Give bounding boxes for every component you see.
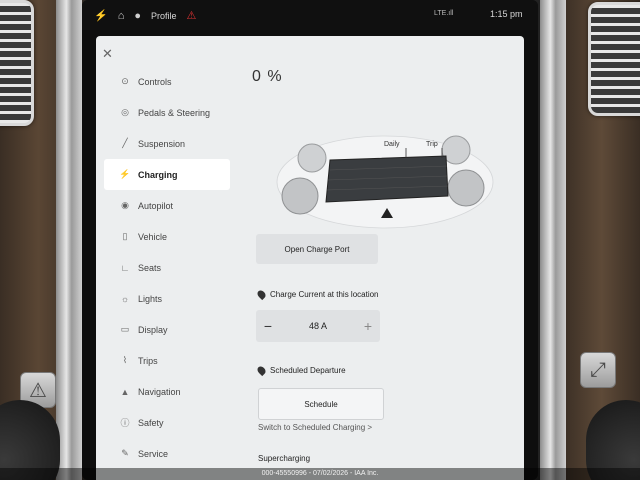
menu-item-label: Vehicle xyxy=(138,231,168,242)
scheduled-departure-label: Scheduled Departure xyxy=(270,366,346,375)
menu-item-label: Lights xyxy=(138,293,163,304)
scheduled-departure-title: Scheduled Departure xyxy=(255,364,346,377)
menu-item-label: Controls xyxy=(138,76,172,87)
car-battery-graphic: Daily Trip xyxy=(276,135,494,229)
clock: 1:15 pm xyxy=(490,9,523,19)
menu-item-suspension[interactable]: ╱ Suspension xyxy=(104,128,230,159)
touchscreen: ⚡ ⌂ ● Profile ⚠ LTE.ıll 1:15 pm ✕ ⊙ Cont… xyxy=(82,0,538,480)
menu-item-lights[interactable]: ☼ Lights xyxy=(104,283,230,314)
charge-current-label: Charge Current at this location xyxy=(270,290,379,299)
wheel-rear-right xyxy=(447,169,485,207)
menu-item-label: Trips xyxy=(138,355,158,366)
menu-item-service[interactable]: ✎ Service xyxy=(104,438,230,469)
menu-item-label: Display xyxy=(138,324,168,335)
menu-item-label: Autopilot xyxy=(138,200,174,211)
trip-label: Trip xyxy=(426,141,438,148)
decrease-current-button[interactable]: − xyxy=(256,318,280,334)
autopilot-icon: ◉ xyxy=(121,200,129,210)
current-value: 48 A xyxy=(308,321,328,331)
schedule-button[interactable]: Schedule xyxy=(258,388,384,420)
cell-signal: LTE.ıll xyxy=(434,10,454,17)
menu-item-label: Service xyxy=(138,448,169,459)
safety-icon: ⓘ xyxy=(120,418,130,428)
display-icon: ▭ xyxy=(120,324,130,334)
switch-to-scheduled-charging-link[interactable]: Switch to Scheduled Charging > xyxy=(258,423,372,432)
status-bar: ⚡ ⌂ ● Profile ⚠ LTE.ıll 1:15 pm xyxy=(82,0,538,30)
person-icon[interactable]: ● xyxy=(134,10,141,22)
wheel-front-left xyxy=(297,143,327,173)
settings-panel: ✕ ⊙ Controls ◎ Pedals & Steering ╱ Suspe… xyxy=(96,36,524,480)
menu-item-label: Navigation xyxy=(138,386,181,397)
open-charge-port-button[interactable]: Open Charge Port xyxy=(256,234,378,264)
battery-pack xyxy=(325,155,449,203)
menu-item-seats[interactable]: ∟ Seats xyxy=(104,252,230,283)
charging-content: 0 % Daily Trip Open Charge Port Charge C… xyxy=(246,36,524,480)
glovebox-button-icon[interactable]: ⤢ xyxy=(580,352,616,388)
home-icon[interactable]: ⌂ xyxy=(118,10,125,22)
menu-item-trips[interactable]: ⌇ Trips xyxy=(104,345,230,376)
charge-current-stepper: − 48 A + xyxy=(256,310,380,342)
lightning-icon: ⚡ xyxy=(119,169,131,179)
profile-label[interactable]: Profile xyxy=(151,11,177,21)
menu-item-pedals-steering[interactable]: ◎ Pedals & Steering xyxy=(104,97,230,128)
right-air-vent xyxy=(588,2,640,116)
right-chrome-trim xyxy=(540,0,566,480)
increase-current-button[interactable]: + xyxy=(356,318,380,334)
menu-item-controls[interactable]: ⊙ Controls xyxy=(104,66,230,97)
wheel-rear-left xyxy=(281,177,319,215)
battery-percent: 0 % xyxy=(252,68,283,85)
trips-icon: ⌇ xyxy=(122,355,128,365)
location-pin-icon xyxy=(255,364,268,377)
menu-item-label: Charging xyxy=(138,169,178,180)
menu-item-display[interactable]: ▭ Display xyxy=(104,314,230,345)
car-icon: ⊙ xyxy=(121,76,129,86)
menu-item-safety[interactable]: ⓘ Safety xyxy=(104,407,230,438)
charge-current-title: Charge Current at this location xyxy=(255,288,379,301)
close-icon[interactable]: ✕ xyxy=(102,46,113,62)
dashboard-photo: ⚠ ⤢ ⚡ ⌂ ● Profile ⚠ LTE.ıll 1:15 pm ✕ ⊙ … xyxy=(0,0,640,480)
menu-item-label: Pedals & Steering xyxy=(138,107,211,118)
menu-item-charging[interactable]: ⚡ Charging xyxy=(104,159,230,190)
menu-item-label: Suspension xyxy=(138,138,186,149)
seat-icon: ∟ xyxy=(120,262,130,273)
steering-icon: ◎ xyxy=(121,107,129,117)
menu-item-navigation[interactable]: ▲ Navigation xyxy=(104,376,230,407)
left-chrome-trim xyxy=(56,0,82,480)
watermark: 000-45550996 - 07/02/2026 - IAA Inc. xyxy=(0,468,640,480)
menu-item-autopilot[interactable]: ◉ Autopilot xyxy=(104,190,230,221)
lightning-icon[interactable]: ⚡ xyxy=(94,9,108,22)
left-air-vent xyxy=(0,0,34,126)
location-pin-icon xyxy=(255,288,268,301)
settings-menu: ⊙ Controls ◎ Pedals & Steering ╱ Suspens… xyxy=(104,66,230,469)
menu-item-vehicle[interactable]: ▯ Vehicle xyxy=(104,221,230,252)
warning-icon[interactable]: ⚠ xyxy=(187,9,197,22)
suspension-icon: ╱ xyxy=(122,138,128,148)
daily-label: Daily xyxy=(384,141,400,148)
wrench-icon: ✎ xyxy=(121,448,129,458)
light-icon: ☼ xyxy=(120,293,130,304)
navigation-icon: ▲ xyxy=(120,386,130,397)
supercharging-title: Supercharging xyxy=(258,454,311,463)
vehicle-icon: ▯ xyxy=(122,231,128,241)
menu-item-label: Seats xyxy=(138,262,162,273)
menu-item-label: Safety xyxy=(138,417,164,428)
